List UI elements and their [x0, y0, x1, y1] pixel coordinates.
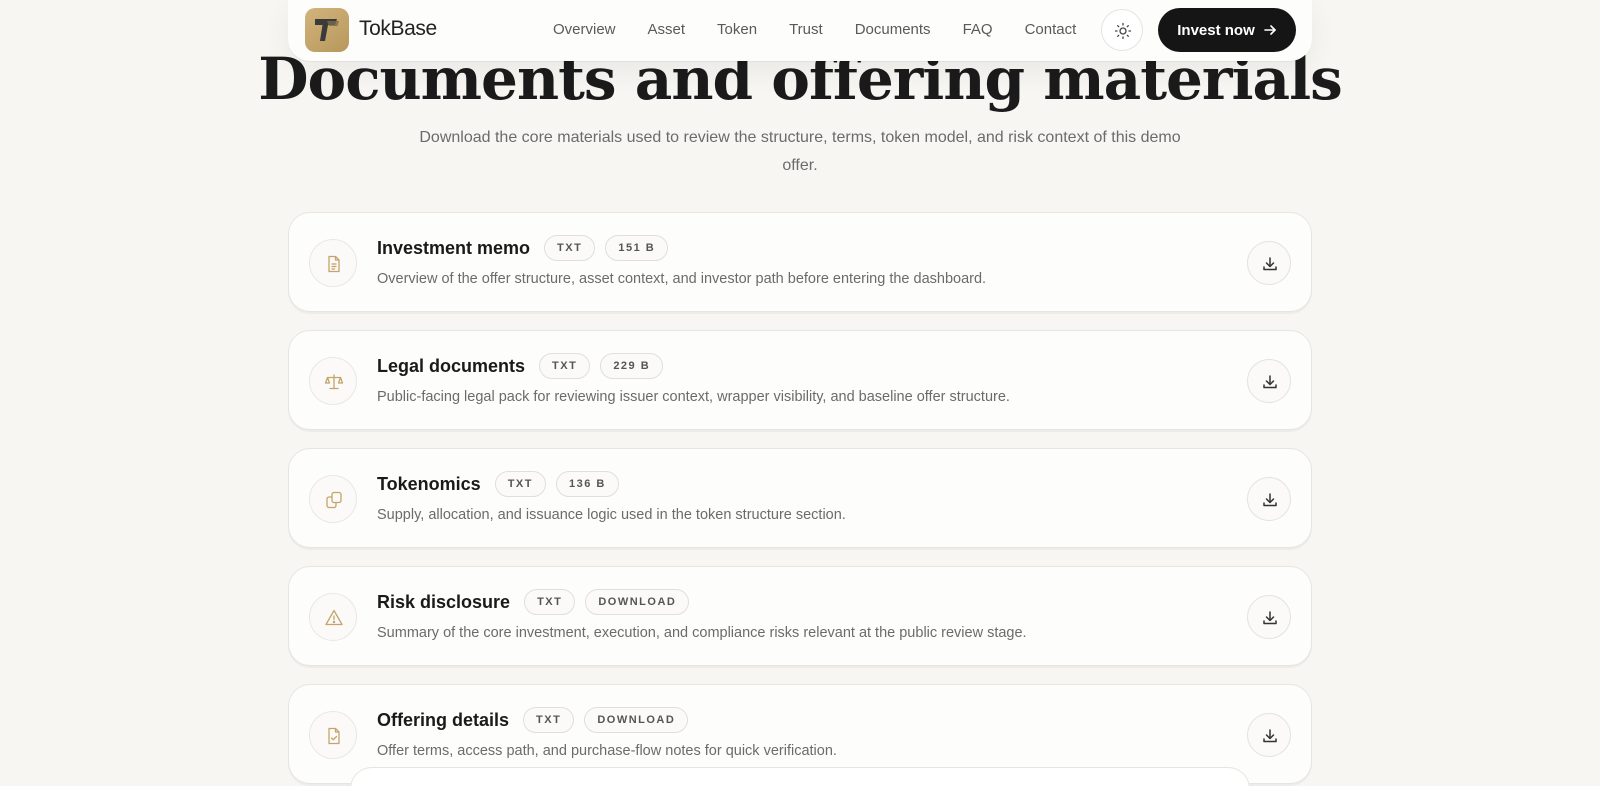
format-badge: TXT: [544, 235, 596, 261]
logo[interactable]: [305, 8, 349, 52]
nav-link-contact[interactable]: Contact: [1025, 21, 1077, 38]
document-header: Legal documents TXT 229 B: [377, 353, 664, 379]
scale-icon-wrap: [309, 357, 357, 405]
document-header: Risk disclosure TXT DOWNLOAD: [377, 589, 690, 615]
download-icon: [1263, 611, 1277, 625]
bottom-floating-panel: [350, 767, 1250, 786]
nav-link-trust[interactable]: Trust: [789, 21, 823, 38]
arrow-right-icon: [1263, 25, 1276, 35]
document-icon-wrap: [309, 239, 357, 287]
document-header: Offering details TXT DOWNLOAD: [377, 707, 689, 733]
document-header: Tokenomics TXT 136 B: [377, 471, 619, 497]
format-badge: TXT: [523, 707, 575, 733]
document-title: Tokenomics: [377, 473, 481, 494]
brand-name[interactable]: TokBase: [359, 17, 437, 41]
download-icon: [1263, 729, 1277, 743]
invest-now-label: Invest now: [1177, 21, 1255, 39]
download-icon: [1263, 375, 1277, 389]
nav-link-documents[interactable]: Documents: [855, 21, 931, 38]
warning-icon: [325, 609, 343, 626]
document-card-investment-memo: Investment memo TXT 151 B Overview of th…: [288, 212, 1312, 312]
document-title: Investment memo: [377, 237, 531, 258]
document-description: Overview of the offer structure, asset c…: [377, 271, 987, 287]
document-card-legal-documents: Legal documents TXT 229 B Public-facing …: [288, 330, 1312, 430]
document-description: Offer terms, access path, and purchase-f…: [377, 743, 837, 759]
document-title: Legal documents: [377, 355, 526, 376]
page-subtitle: Download the core materials used to revi…: [419, 129, 1181, 174]
document-card-risk-disclosure: Risk disclosure TXT DOWNLOAD Summary of …: [288, 566, 1312, 666]
download-button[interactable]: [1247, 713, 1291, 757]
document-icon: [328, 255, 340, 273]
theme-toggle-button[interactable]: [1101, 9, 1143, 51]
size-badge: 229 B: [600, 353, 664, 379]
warning-icon-wrap: [309, 593, 357, 641]
nav-link-overview[interactable]: Overview: [553, 21, 616, 38]
download-button[interactable]: [1247, 477, 1291, 521]
download-badge: DOWNLOAD: [584, 707, 689, 733]
format-badge: TXT: [539, 353, 591, 379]
document-title: Offering details: [377, 709, 510, 730]
documents-list: Investment memo TXT 151 B Overview of th…: [288, 212, 1312, 786]
nav-link-faq[interactable]: FAQ: [963, 21, 993, 38]
size-badge: 151 B: [605, 235, 669, 261]
top-navbar: TokBase Overview Asset Token Trust Docum…: [288, 0, 1312, 61]
nav-link-token[interactable]: Token: [717, 21, 757, 38]
size-badge: 136 B: [555, 471, 619, 497]
download-badge: DOWNLOAD: [585, 589, 690, 615]
download-button[interactable]: [1247, 359, 1291, 403]
download-icon: [1263, 257, 1277, 271]
format-badge: TXT: [524, 589, 576, 615]
document-card-tokenomics: Tokenomics TXT 136 B Supply, allocation,…: [288, 448, 1312, 548]
scale-icon: [324, 374, 344, 390]
sun-icon: [1114, 22, 1132, 40]
nav-link-asset[interactable]: Asset: [648, 21, 686, 38]
document-description: Supply, allocation, and issuance logic u…: [377, 507, 846, 523]
format-badge: TXT: [494, 471, 546, 497]
document-title: Risk disclosure: [377, 591, 511, 612]
copy-icon: [326, 491, 342, 509]
nav-links: Overview Asset Token Trust Documents FAQ…: [553, 21, 1108, 38]
document-header: Investment memo TXT 151 B: [377, 235, 669, 261]
invest-now-button[interactable]: Invest now: [1158, 8, 1296, 52]
copy-icon-wrap: [309, 475, 357, 523]
file-check-icon: [328, 727, 340, 745]
download-button[interactable]: [1247, 241, 1291, 285]
page: Documents and offering materials Downloa…: [0, 0, 1600, 786]
file-check-icon-wrap: [309, 711, 357, 759]
download-icon: [1263, 493, 1277, 507]
document-description: Summary of the core investment, executio…: [377, 625, 1027, 641]
document-description: Public-facing legal pack for reviewing i…: [377, 389, 1010, 405]
download-button[interactable]: [1247, 595, 1291, 639]
